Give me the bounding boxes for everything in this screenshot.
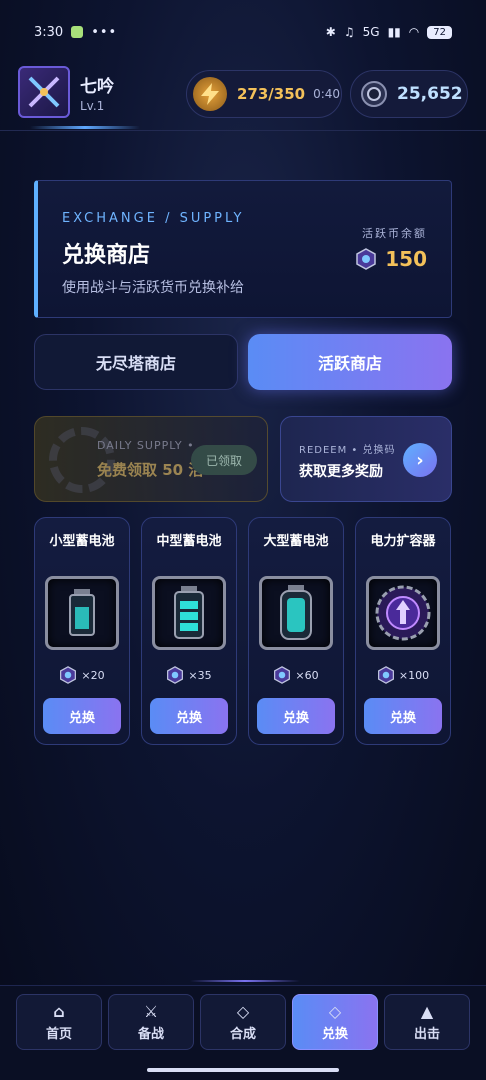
- active-coin-icon: [60, 666, 77, 684]
- status-more-icon: •••: [91, 24, 118, 40]
- swords-icon: ⚔: [143, 1001, 159, 1021]
- avatar[interactable]: [18, 66, 70, 118]
- exchange-button[interactable]: 兑换: [150, 698, 228, 734]
- redeem-label: REDEEM • 兑换码: [299, 445, 396, 456]
- nav-prepare[interactable]: ⚔ 备战: [108, 994, 194, 1050]
- page-subtitle: 使用战斗与活跃货币兑换补给: [62, 280, 244, 296]
- chevron-right-icon[interactable]: ›: [403, 443, 437, 477]
- redeem-text: 获取更多奖励: [299, 464, 383, 480]
- nav-label: 合成: [229, 1026, 256, 1042]
- profile-underline: [30, 126, 140, 129]
- status-icons: ✱ ♫ 5G ▮▮ ◠ 72: [326, 25, 452, 39]
- cost-value: ×60: [295, 668, 319, 682]
- claimed-badge: 已领取: [191, 445, 257, 475]
- active-coin-icon: [356, 248, 376, 270]
- item-card-medium-battery: 中型蓄电池 ×35 兑换: [141, 517, 237, 745]
- active-coin-icon: [274, 666, 291, 684]
- nav-label: 出击: [413, 1026, 440, 1042]
- page-title: 兑换商店: [62, 243, 151, 268]
- nav-home[interactable]: ⌂ 首页: [16, 994, 102, 1050]
- item-cost: ×100: [356, 666, 450, 684]
- earbuds-icon: ♫: [343, 25, 355, 39]
- item-card-large-battery: 大型蓄电池 ×60 兑换: [248, 517, 344, 745]
- home-indicator[interactable]: [147, 1068, 339, 1072]
- diamond-icon: ◇: [328, 1001, 342, 1021]
- nav-craft[interactable]: ◇ 合成: [200, 994, 286, 1050]
- exchange-tag: EXCHANGE / SUPPLY: [62, 211, 245, 226]
- status-time: 3:30: [34, 24, 64, 40]
- player-level: Lv.1: [80, 98, 105, 113]
- signal-icon: 5G: [362, 25, 380, 39]
- balance-label: 活跃币余额: [362, 227, 427, 240]
- energy-counter[interactable]: 273/350 0:40: [186, 70, 342, 118]
- diamond-icon: ◇: [236, 1001, 250, 1021]
- large-battery-icon: [259, 576, 333, 650]
- chip-coin-icon: [361, 81, 387, 107]
- nav-sortie[interactable]: ▲ 出击: [384, 994, 470, 1050]
- active-coin-icon: [377, 666, 394, 684]
- daily-supply-card[interactable]: DAILY SUPPLY • 免费领取 50 活 已领取: [34, 416, 268, 502]
- small-battery-icon: [45, 576, 119, 650]
- wifi-icon: ◠: [408, 25, 420, 39]
- item-cost: ×60: [249, 666, 343, 684]
- battery-icon: 72: [427, 25, 452, 39]
- cost-value: ×35: [188, 668, 212, 682]
- tab-endless-tower-shop[interactable]: 无尽塔商店: [34, 334, 238, 390]
- cost-value: ×20: [81, 668, 105, 682]
- redeem-code-card[interactable]: REDEEM • 兑换码 获取更多奖励 ›: [280, 416, 452, 502]
- balance-value: 150: [385, 247, 427, 271]
- cost-value: ×100: [398, 668, 430, 682]
- item-card-small-battery: 小型蓄电池 ×20 兑换: [34, 517, 130, 745]
- exchange-button[interactable]: 兑换: [257, 698, 335, 734]
- nav-label: 备战: [137, 1026, 164, 1042]
- daily-supply-label: DAILY SUPPLY •: [97, 439, 195, 452]
- nav-label: 首页: [45, 1026, 72, 1042]
- exchange-banner: EXCHANGE / SUPPLY 兑换商店 使用战斗与活跃货币兑换补给 活跃币…: [34, 180, 452, 318]
- player-name: 七吟: [80, 76, 114, 97]
- nav-exchange[interactable]: ◇ 兑换: [292, 994, 378, 1050]
- notification-icon: [71, 26, 84, 38]
- bluetooth-icon: ✱: [325, 25, 336, 39]
- item-card-power-expander: 电力扩容器 ×100 兑换: [355, 517, 451, 745]
- item-name: 电力扩容器: [370, 534, 436, 549]
- nav-label: 兑换: [321, 1026, 348, 1042]
- signal-icon-2: ▮▮: [387, 25, 401, 39]
- lightning-icon: [193, 77, 227, 111]
- profile[interactable]: 七吟 Lv.1: [18, 66, 114, 118]
- bottom-nav: ⌂ 首页 ⚔ 备战 ◇ 合成 ◇ 兑换 ▲ 出击: [0, 985, 486, 1080]
- nav-glow: [190, 980, 300, 982]
- coin-value: 25,652: [397, 84, 463, 104]
- home-icon: ⌂: [53, 1001, 65, 1021]
- exchange-button[interactable]: 兑换: [43, 698, 121, 734]
- item-cost: ×20: [35, 666, 129, 684]
- balance: 150: [355, 247, 427, 271]
- item-name: 小型蓄电池: [49, 534, 115, 549]
- daily-supply-text: 免费领取 50 活: [97, 461, 204, 479]
- item-cost: ×35: [142, 666, 236, 684]
- crossed-swords-icon: [28, 76, 60, 108]
- energy-timer: 0:40: [313, 87, 341, 101]
- exchange-button[interactable]: 兑换: [364, 698, 442, 734]
- status-bar: 3:30 ••• ✱ ♫ 5G ▮▮ ◠ 72: [0, 0, 486, 64]
- power-expander-icon: [366, 576, 440, 650]
- item-name: 中型蓄电池: [156, 534, 222, 549]
- header-divider: [0, 130, 486, 131]
- energy-value: 273/350: [237, 85, 306, 103]
- medium-battery-icon: [152, 576, 226, 650]
- coin-counter[interactable]: 25,652: [350, 70, 468, 118]
- tab-active-shop[interactable]: 活跃商店: [248, 334, 452, 390]
- item-name: 大型蓄电池: [263, 534, 329, 549]
- active-coin-icon: [167, 666, 184, 684]
- triangle-icon: ▲: [420, 1001, 434, 1021]
